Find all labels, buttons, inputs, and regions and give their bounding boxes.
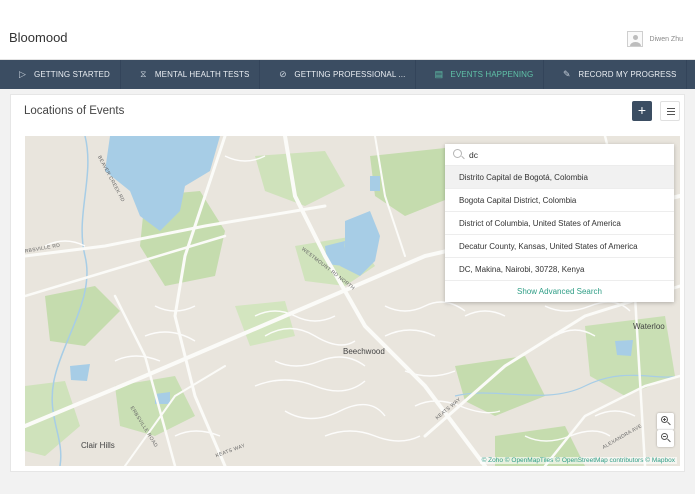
nav-item-label: MENTAL HEALTH TESTS: [154, 70, 250, 79]
zoom-out-button[interactable]: [657, 430, 674, 447]
location-search-panel: Distrito Capital de Bogotá, Colombia Bog…: [445, 144, 674, 302]
user-menu[interactable]: Diwen Zhu: [626, 31, 683, 47]
nav-item-getting-professional[interactable]: ⊘ GETTING PROFESSIONAL ...: [260, 60, 417, 89]
advanced-search-link[interactable]: Show Advanced Search: [445, 281, 674, 303]
zoom-in-button[interactable]: [657, 413, 674, 430]
nav-item-label: EVENTS HAPPENING: [450, 70, 534, 79]
vertical-ellipsis-icon[interactable]: ⋮: [687, 68, 695, 82]
place-label: Clair Hills: [81, 441, 115, 450]
hourglass-icon: ⧖: [140, 69, 147, 79]
search-result[interactable]: Distrito Capital de Bogotá, Colombia: [445, 166, 674, 189]
nav-item-getting-started[interactable]: ▷ GETTING STARTED: [0, 60, 121, 89]
calendar-icon: ▤: [434, 69, 444, 79]
place-label: Beechwood: [343, 347, 385, 356]
main-navigation: ▷ GETTING STARTED ⧖ MENTAL HEALTH TESTS …: [0, 60, 695, 89]
add-button[interactable]: +: [632, 101, 652, 121]
nav-item-label: RECORD MY PROGRESS: [578, 70, 677, 79]
place-label: Waterloo: [633, 322, 665, 331]
nav-item-label: GETTING PROFESSIONAL ...: [294, 70, 406, 79]
nav-item-mental-health-tests[interactable]: ⧖ MENTAL HEALTH TESTS: [121, 60, 261, 89]
avatar-icon[interactable]: [626, 31, 643, 47]
play-outline-icon: ▷: [18, 69, 27, 79]
map-attribution[interactable]: © Zoho © OpenMapTiles © OpenStreetMap co…: [479, 457, 677, 464]
search-result[interactable]: Bogota Capital District, Colombia: [445, 189, 674, 212]
search-result[interactable]: DC, Makina, Nairobi, 30728, Kenya: [445, 258, 674, 281]
search-result[interactable]: District of Columbia, United States of A…: [445, 212, 674, 235]
hamburger-menu-icon[interactable]: [660, 101, 680, 121]
search-result[interactable]: Decatur County, Kansas, United States of…: [445, 235, 674, 258]
app-brand[interactable]: Bloomood: [9, 30, 68, 45]
compass-icon: ⊘: [279, 69, 287, 79]
nav-item-label: GETTING STARTED: [34, 70, 110, 79]
map-view[interactable]: BEAVER CREEK RD WESTMOUNT RD NORTH ERBSV…: [25, 136, 680, 466]
card-title: Locations of Events: [24, 105, 125, 117]
pencil-icon: ✎: [563, 69, 571, 79]
events-map-card: Locations of Events + BEAVER CREEK RD WE…: [10, 94, 685, 472]
search-icon: [453, 149, 462, 158]
location-search-input[interactable]: [469, 148, 664, 162]
user-name[interactable]: Diwen Zhu: [650, 36, 683, 43]
top-header: Bloomood Diwen Zhu: [0, 0, 695, 60]
search-row: [445, 144, 674, 166]
nav-item-events-happening[interactable]: ▤ EVENTS HAPPENING: [416, 60, 545, 89]
nav-item-record-my-progress[interactable]: ✎ RECORD MY PROGRESS: [544, 60, 688, 89]
